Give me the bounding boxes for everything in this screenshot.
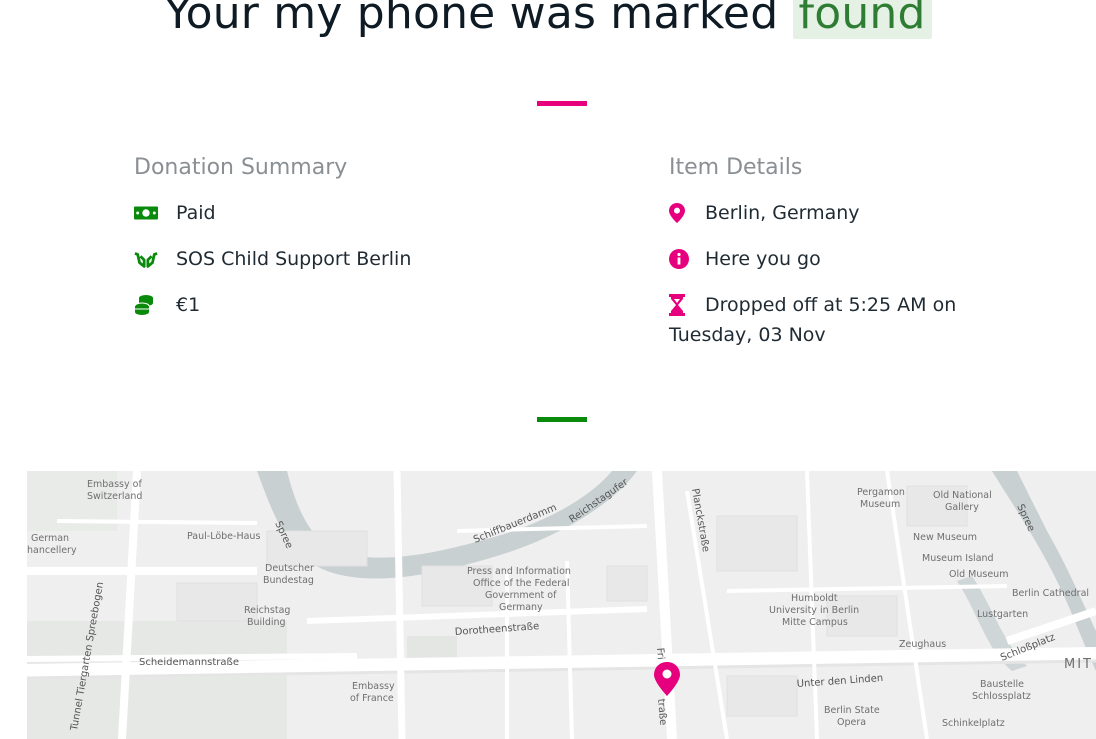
- map-canvas[interactable]: Embassy of Switzerland German hancellery…: [27, 471, 1096, 739]
- donation-summary-title: Donation Summary: [134, 155, 348, 180]
- info-circle-icon: [669, 244, 693, 274]
- map-label-embassy-switzerland-1: Embassy of: [87, 479, 142, 490]
- map-label-paul-loebe-haus: Paul-Löbe-Haus: [187, 531, 260, 542]
- map-label-embassy-france-1: Embassy: [352, 681, 395, 692]
- map-label-state-opera-1: Berlin State: [824, 705, 880, 716]
- map-label-baustelle-1: Baustelle: [980, 679, 1024, 690]
- donation-status-text: Paid: [176, 202, 216, 224]
- item-details: Item Details Berlin, Germany Here you go: [669, 155, 969, 366]
- green-divider: [537, 417, 587, 422]
- map-label-new-museum: New Museum: [913, 532, 977, 543]
- map-label-baustelle-2: Schlossplatz: [972, 691, 1031, 702]
- hands-holding-icon: [134, 244, 158, 274]
- map-label-press-office-1: Press and Information: [467, 566, 571, 577]
- coins-icon: [134, 290, 158, 320]
- map-label-pergamon-1: Pergamon: [857, 487, 905, 498]
- item-location-text: Berlin, Germany: [705, 202, 860, 224]
- map-label-bundestag-1: Deutscher: [265, 563, 314, 574]
- donation-charity-row: SOS Child Support Berlin: [134, 244, 464, 274]
- item-details-title: Item Details: [669, 155, 803, 180]
- map-street-friedrichstrasse-top: Fri: [654, 647, 666, 660]
- map-label-zeughaus: Zeughaus: [899, 639, 946, 650]
- map-label-press-office-2: Office of the Federal: [473, 578, 570, 589]
- map-label-humboldt-2: University in Berlin: [769, 605, 859, 616]
- map-label-schinkelplatz: Schinkelplatz: [942, 718, 1005, 729]
- map-label-old-national-gallery-2: Gallery: [945, 502, 979, 513]
- map-marker-icon: [669, 198, 693, 228]
- map-label-german-chancellery-2: hancellery: [27, 545, 77, 556]
- item-dropoff-text: Dropped off at 5:25 AM on Tuesday, 03 No…: [669, 294, 957, 346]
- map-label-state-opera-2: Opera: [837, 717, 866, 728]
- map-street-friedrichstrasse-bottom: traße: [655, 698, 668, 725]
- location-map[interactable]: Embassy of Switzerland German hancellery…: [27, 471, 1096, 739]
- map-label-old-national-gallery-1: Old National: [933, 490, 992, 501]
- money-bill-icon: [134, 198, 158, 228]
- map-label-embassy-switzerland-2: Switzerland: [87, 491, 142, 502]
- map-label-mitte: MIT: [1064, 657, 1093, 672]
- donation-amount-row: €1: [134, 290, 464, 320]
- item-note-text: Here you go: [705, 248, 821, 270]
- page-title: Your my phone was marked found: [0, 0, 1096, 39]
- map-label-reichstag-1: Reichstag: [244, 605, 290, 616]
- map-label-embassy-france-2: of France: [350, 693, 394, 704]
- map-label-old-museum: Old Museum: [949, 569, 1008, 580]
- hourglass-icon: [669, 290, 693, 320]
- found-status-badge: found: [792, 0, 932, 39]
- item-note-row: Here you go: [669, 244, 969, 274]
- donation-summary: Donation Summary Paid SOS Child Support …: [134, 155, 464, 336]
- item-location-row: Berlin, Germany: [669, 198, 969, 228]
- map-label-humboldt-3: Mitte Campus: [782, 617, 848, 628]
- map-label-museum-island: Museum Island: [922, 553, 994, 564]
- donation-amount-text: €1: [176, 294, 201, 316]
- map-label-humboldt-1: Humboldt: [791, 593, 838, 604]
- map-label-berlin-cathedral: Berlin Cathedral: [1012, 588, 1089, 599]
- map-street-scheidemannstrasse: Scheidemannstraße: [139, 657, 239, 668]
- donation-charity-text: SOS Child Support Berlin: [176, 248, 412, 270]
- donation-status-row: Paid: [134, 198, 464, 228]
- map-label-reichstag-2: Building: [247, 617, 286, 628]
- headline-prefix: Your my phone was marked: [164, 0, 779, 39]
- item-dropoff-row: Dropped off at 5:25 AM on Tuesday, 03 No…: [669, 290, 969, 350]
- map-label-press-office-3: Government of: [485, 590, 557, 601]
- pink-divider: [537, 101, 587, 106]
- map-label-press-office-4: Germany: [499, 602, 543, 613]
- map-label-lustgarten: Lustgarten: [977, 609, 1028, 620]
- map-label-pergamon-2: Museum: [860, 499, 900, 510]
- map-label-german-chancellery-1: German: [31, 533, 69, 544]
- map-label-bundestag-2: Bundestag: [263, 575, 314, 586]
